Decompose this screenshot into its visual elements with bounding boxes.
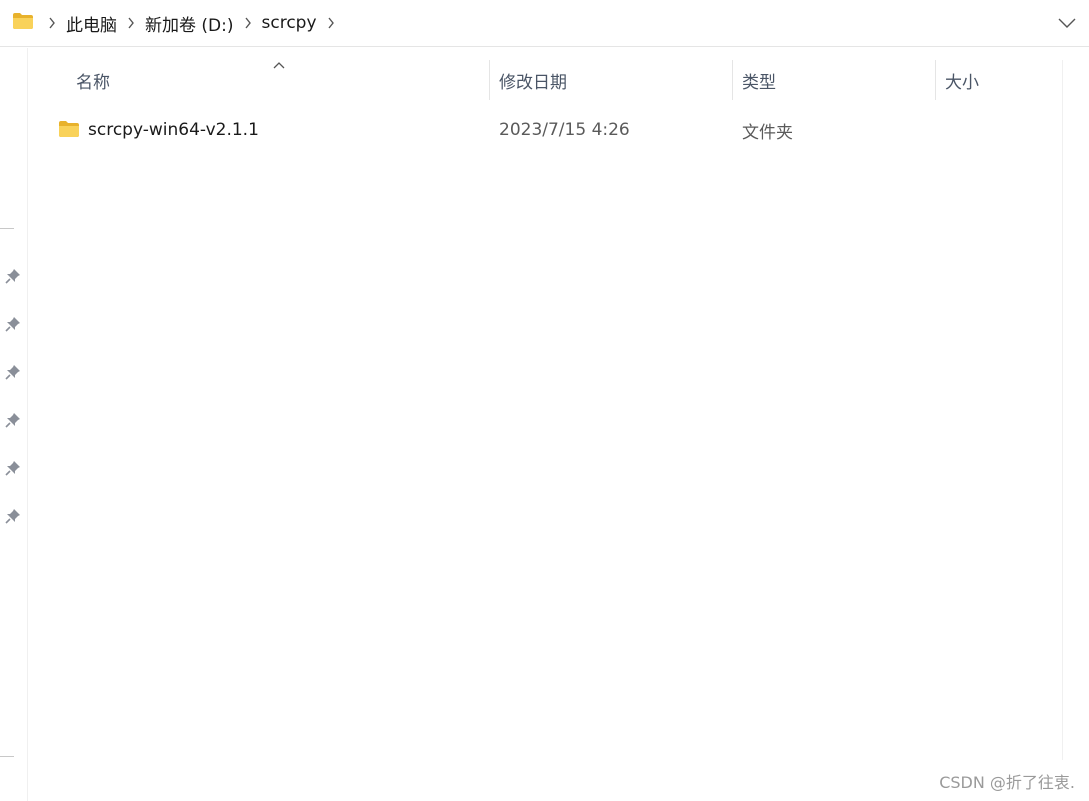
breadcrumb: 此电脑 新加卷 (D:) scrcpy xyxy=(40,0,343,46)
pin-icon[interactable] xyxy=(5,460,21,476)
address-bar[interactable]: 此电脑 新加卷 (D:) scrcpy xyxy=(0,0,1089,47)
column-header-date[interactable]: 修改日期 xyxy=(490,60,732,100)
pin-icon[interactable] xyxy=(5,412,21,428)
pin-icon[interactable] xyxy=(5,316,21,332)
folder-icon[interactable] xyxy=(12,12,34,30)
breadcrumb-drive-d[interactable]: 新加卷 (D:) xyxy=(143,11,236,36)
pin-icon[interactable] xyxy=(5,364,21,380)
nav-divider xyxy=(0,756,14,757)
column-header-type[interactable]: 类型 xyxy=(733,60,935,100)
file-explorer-window: 此电脑 新加卷 (D:) scrcpy 名称 修改日期 类型 大小 scrcpy… xyxy=(0,0,1089,801)
chevron-down-icon[interactable] xyxy=(1057,13,1077,33)
column-header-size-label: 大小 xyxy=(945,72,979,93)
file-name[interactable]: scrcpy-win64-v2.1.1 xyxy=(88,108,259,152)
pin-icon[interactable] xyxy=(5,268,21,284)
file-list: 名称 修改日期 类型 大小 scrcpy-win64-v2.1.1 2023/7… xyxy=(29,48,1063,801)
column-header-name-label: 名称 xyxy=(76,72,110,93)
breadcrumb-scrcpy[interactable]: scrcpy xyxy=(260,13,319,33)
column-header-name[interactable]: 名称 xyxy=(29,60,489,100)
chevron-right-icon[interactable] xyxy=(44,0,60,46)
file-type: 文件夹 xyxy=(742,122,793,143)
column-header-row: 名称 修改日期 类型 大小 xyxy=(29,60,1063,100)
column-header-type-label: 类型 xyxy=(742,72,776,93)
breadcrumb-this-pc[interactable]: 此电脑 xyxy=(64,11,119,36)
chevron-right-icon[interactable] xyxy=(123,0,139,46)
nav-divider xyxy=(0,228,14,229)
chevron-right-icon[interactable] xyxy=(323,0,339,46)
pin-icon[interactable] xyxy=(5,508,21,524)
file-date-modified: 2023/7/15 4:26 xyxy=(499,120,630,140)
chevron-right-icon[interactable] xyxy=(240,0,256,46)
navigation-pane xyxy=(0,48,28,801)
column-header-date-label: 修改日期 xyxy=(499,72,567,93)
list-scroll-edge xyxy=(1062,60,1063,760)
folder-icon xyxy=(59,121,79,137)
file-row[interactable]: scrcpy-win64-v2.1.1 2023/7/15 4:26 文件夹 xyxy=(29,108,1063,152)
watermark: CSDN @折了往衷. xyxy=(939,773,1075,792)
column-header-size[interactable]: 大小 xyxy=(936,60,1062,100)
